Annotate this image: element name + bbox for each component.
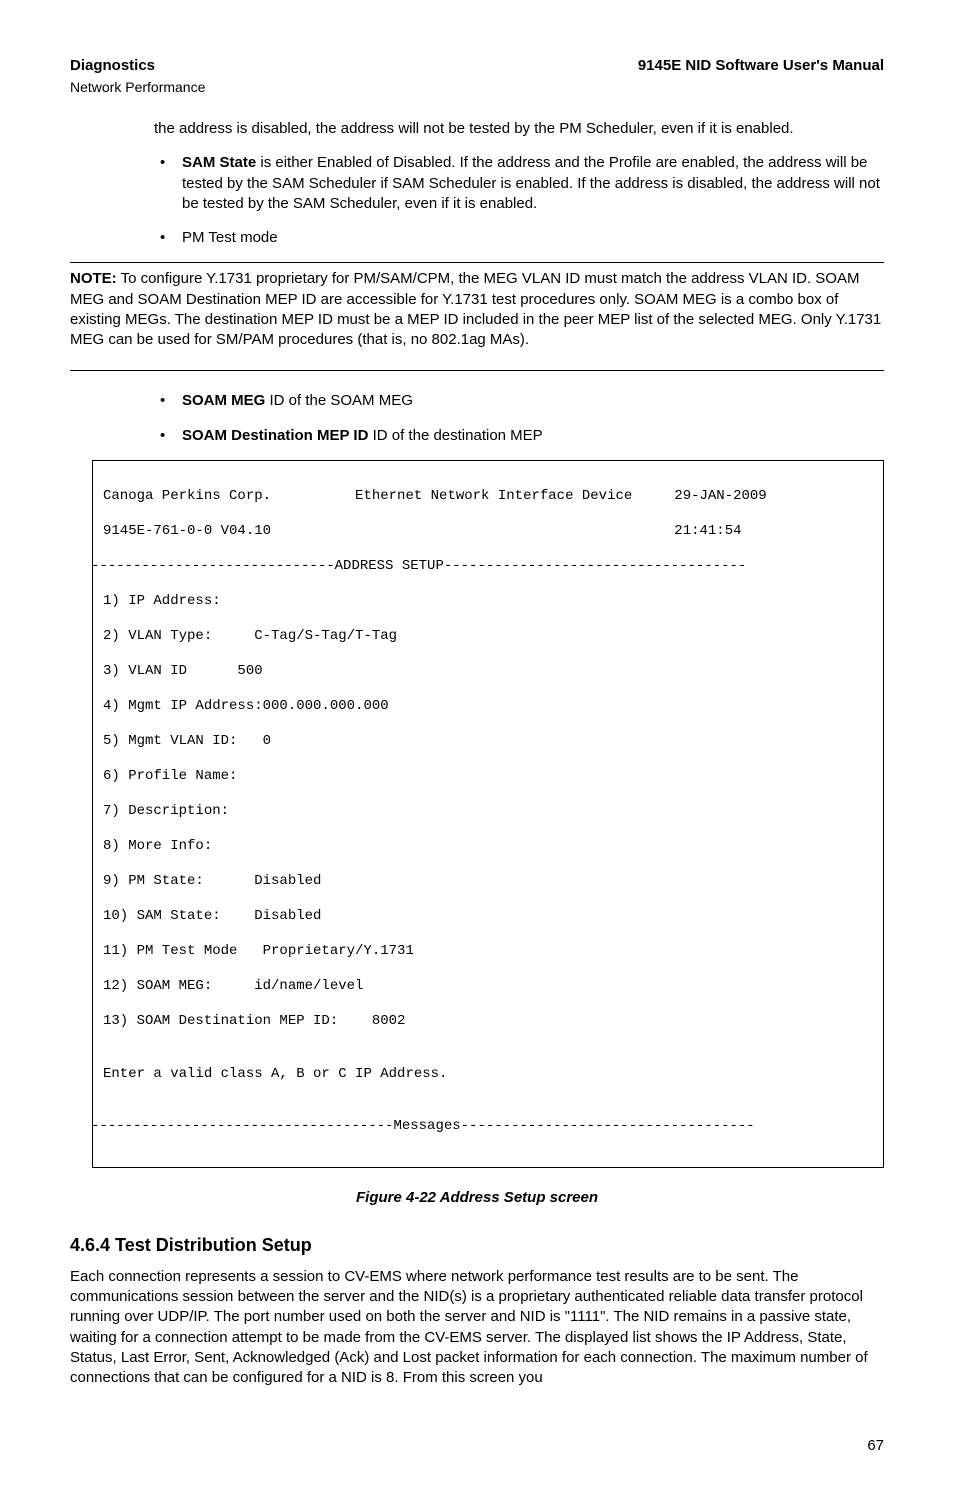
note-text: To configure Y.1731 proprietary for PM/S…: [70, 270, 881, 348]
bullet-list-2: SOAM MEG ID of the SOAM MEG SOAM Destina…: [154, 391, 884, 446]
bullet-list-1: SAM State is either Enabled of Disabled.…: [154, 153, 884, 248]
bullet-text: PM Test mode: [182, 229, 278, 246]
header-right: 9145E NID Software User's Manual: [638, 56, 884, 76]
list-item: SAM State is either Enabled of Disabled.…: [154, 153, 884, 214]
term-line: 9) PM State: Disabled: [93, 873, 883, 891]
figure-caption: Figure 4-22 Address Setup screen: [70, 1188, 884, 1208]
term-line: 13) SOAM Destination MEP ID: 8002: [93, 1013, 883, 1031]
fragment-paragraph: the address is disabled, the address wil…: [154, 119, 884, 139]
rule-top: [70, 262, 884, 263]
list-item: SOAM MEG ID of the SOAM MEG: [154, 391, 884, 411]
term-line: 5) Mgmt VLAN ID: 0: [93, 733, 883, 751]
note-lead: NOTE:: [70, 270, 117, 287]
bullet-text: is either Enabled of Disabled. If the ad…: [182, 154, 880, 212]
term-line: Enter a valid class A, B or C IP Address…: [93, 1066, 883, 1084]
term-line: Canoga Perkins Corp. Ethernet Network In…: [93, 488, 883, 506]
term-line: 12) SOAM MEG: id/name/level: [93, 978, 883, 996]
term-line: ------------------------------------Mess…: [92, 1118, 883, 1136]
header-subtitle: Network Performance: [70, 78, 884, 97]
term-line: 2) VLAN Type: C-Tag/S-Tag/T-Tag: [93, 628, 883, 646]
term-line: 3) VLAN ID 500: [93, 663, 883, 681]
rule-bottom: [70, 370, 884, 371]
header-left: Diagnostics: [70, 56, 155, 76]
term-line: 7) Description:: [93, 803, 883, 821]
page-header: Diagnostics 9145E NID Software User's Ma…: [70, 56, 884, 76]
page-number: 67: [70, 1436, 884, 1456]
bullet-bold: SOAM Destination MEP ID: [182, 427, 368, 444]
bullet-text: ID of the SOAM MEG: [265, 392, 413, 409]
bullet-text: ID of the destination MEP: [368, 427, 542, 444]
list-item: SOAM Destination MEP ID ID of the destin…: [154, 426, 884, 446]
term-line: 1) IP Address:: [93, 593, 883, 611]
bullet-bold: SOAM MEG: [182, 392, 265, 409]
term-line: -----------------------------ADDRESS SET…: [92, 558, 883, 576]
note-paragraph: NOTE: To configure Y.1731 proprietary fo…: [70, 269, 884, 350]
term-line: 8) More Info:: [93, 838, 883, 856]
section-body: Each connection represents a session to …: [70, 1267, 884, 1389]
section-heading: 4.6.4 Test Distribution Setup: [70, 1233, 884, 1257]
list-item: PM Test mode: [154, 228, 884, 248]
bullet-bold: SAM State: [182, 154, 256, 171]
term-line: 10) SAM State: Disabled: [93, 908, 883, 926]
term-line: 6) Profile Name:: [93, 768, 883, 786]
term-line: 11) PM Test Mode Proprietary/Y.1731: [93, 943, 883, 961]
term-line: 9145E-761-0-0 V04.10 21:41:54: [93, 523, 883, 541]
terminal-screen: Canoga Perkins Corp. Ethernet Network In…: [92, 460, 884, 1169]
term-line: 4) Mgmt IP Address:000.000.000.000: [93, 698, 883, 716]
